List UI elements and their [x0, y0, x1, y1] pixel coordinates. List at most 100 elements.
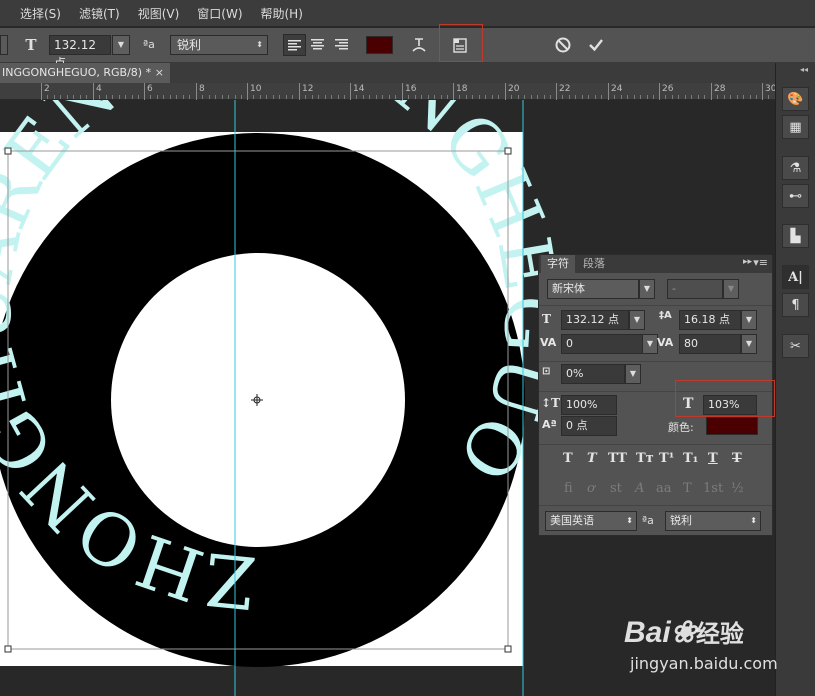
swash-button[interactable]: A	[635, 481, 644, 496]
ruler-minor-tick	[691, 95, 692, 99]
document-tab[interactable]: INGGONGHEGUO, RGB/8) * ×	[0, 63, 170, 83]
leading-dropdown[interactable]: ▼	[741, 310, 757, 330]
tsume-field[interactable]: 0%	[561, 364, 625, 384]
ruler-major-tick	[41, 83, 42, 100]
size-dropdown[interactable]: ▼	[629, 310, 645, 330]
color-swatch[interactable]	[706, 417, 758, 435]
discretionary-ligatures-button[interactable]: st	[610, 481, 622, 496]
stylistic-alternates-button[interactable]: aa	[656, 481, 672, 496]
swatches-grid-icon[interactable]: ▦	[782, 115, 809, 139]
ruler-minor-tick	[119, 95, 120, 99]
cancel-icon[interactable]	[552, 34, 574, 56]
ruler-minor-tick	[132, 95, 133, 99]
paragraph-panel-icon[interactable]: ¶	[782, 293, 809, 317]
ruler-minor-tick	[737, 95, 738, 99]
color-palette-icon[interactable]: 🎨	[782, 87, 809, 111]
ruler-label: 2	[44, 84, 50, 94]
leading-field[interactable]: 16.18 点	[679, 310, 741, 330]
language-select[interactable]: 美国英语 ⬍	[545, 511, 637, 531]
warp-text-icon[interactable]	[408, 34, 430, 56]
close-icon[interactable]: ×	[155, 63, 164, 83]
baseline-shift-field[interactable]: 0 点	[561, 416, 617, 436]
menu-window[interactable]: 窗口(W)	[197, 5, 242, 22]
size-field[interactable]: 132.12 点	[561, 310, 629, 330]
kerning-dropdown[interactable]: ▼	[642, 334, 658, 354]
kerning-field[interactable]: 0	[561, 334, 646, 354]
horizontal-scale-icon: T	[683, 396, 694, 412]
ordinals-button[interactable]: 1st	[703, 481, 723, 496]
ruler-minor-tick	[724, 95, 725, 99]
chevron-updown-icon: ⬍	[626, 516, 633, 525]
ruler-label: 22	[559, 84, 571, 94]
faux-italic-button[interactable]: T	[587, 451, 597, 466]
ruler-minor-tick	[363, 95, 364, 99]
font-style-dropdown[interactable]: ▼	[723, 279, 739, 299]
ruler-major-tick	[299, 83, 300, 100]
font-size-field[interactable]: 132.12 点	[49, 35, 111, 70]
tsume-dropdown[interactable]: ▼	[625, 364, 641, 384]
ruler-label: 6	[147, 84, 153, 94]
superscript-button[interactable]: T¹	[659, 451, 674, 466]
ruler-minor-tick	[582, 95, 583, 99]
ruler-minor-tick	[672, 95, 673, 99]
subscript-button[interactable]: T₁	[683, 451, 698, 466]
old-style-button[interactable]: ơ	[587, 481, 595, 496]
antialias-select[interactable]: 锐利 ⬍	[665, 511, 761, 531]
ruler-minor-tick	[266, 95, 267, 99]
horizontal-scale-field[interactable]: 103%	[703, 395, 757, 415]
clone-source-icon[interactable]: ▙	[782, 224, 809, 248]
tool-presets-icon[interactable]: ✂	[782, 334, 809, 358]
tab-paragraph[interactable]: 段落	[577, 255, 611, 273]
font-style-select[interactable]: -	[667, 279, 723, 299]
tab-character[interactable]: 字符	[541, 255, 575, 273]
ruler-minor-tick	[704, 95, 705, 99]
ruler-major-tick	[93, 83, 94, 100]
brushes-icon[interactable]: ⚗	[782, 156, 809, 180]
orientation-button[interactable]	[0, 35, 8, 55]
align-right-button[interactable]	[331, 34, 354, 56]
ruler-minor-tick	[106, 95, 107, 99]
ruler-minor-tick	[260, 95, 261, 99]
ruler-minor-tick	[286, 95, 287, 99]
collapse-dock-icon[interactable]: ◂◂	[800, 65, 808, 74]
faux-bold-button[interactable]: T	[563, 451, 573, 466]
panel-menu-icon[interactable]: ▾≡	[753, 256, 768, 269]
underline-button[interactable]: T	[708, 451, 718, 466]
menu-filter[interactable]: 滤镜(T)	[79, 5, 120, 22]
ruler-minor-tick	[73, 95, 74, 99]
character-panel-toggle-icon[interactable]	[449, 34, 471, 56]
horizontal-ruler: 246810121416182022242628303	[0, 83, 815, 100]
font-family-select[interactable]: 新宋体	[547, 279, 639, 299]
menu-select[interactable]: 选择(S)	[20, 5, 61, 22]
strikethrough-button[interactable]: T	[732, 451, 742, 466]
tracking-dropdown[interactable]: ▼	[741, 334, 757, 354]
menu-view[interactable]: 视图(V)	[138, 5, 180, 22]
commit-check-icon[interactable]	[585, 34, 607, 56]
align-left-button[interactable]	[283, 34, 306, 56]
menu-help[interactable]: 帮助(H)	[261, 5, 303, 22]
titling-alternates-button[interactable]: T	[683, 481, 692, 496]
align-center-button[interactable]	[307, 34, 330, 56]
vertical-scale-field[interactable]: 100%	[561, 395, 617, 415]
ligatures-button[interactable]: fi	[564, 481, 573, 496]
character-panel-icon[interactable]: A|	[782, 265, 809, 289]
ruler-minor-tick	[550, 95, 551, 99]
language-value: 美国英语	[550, 514, 594, 527]
expand-icon[interactable]: ▸▸	[743, 257, 752, 267]
ruler-minor-tick	[235, 95, 236, 99]
tracking-field[interactable]: 80	[679, 334, 741, 354]
ruler-minor-tick	[67, 95, 68, 99]
all-caps-button[interactable]: TT	[608, 451, 627, 466]
ruler-minor-tick	[647, 95, 648, 99]
adjustments-icon[interactable]: ⊷	[782, 184, 809, 208]
antialias-select[interactable]: 锐利 ⬍	[170, 35, 268, 55]
antialias-label: ªa	[143, 38, 155, 51]
fractions-button[interactable]: ½	[731, 481, 744, 496]
ruler-minor-tick	[54, 95, 55, 99]
small-caps-button[interactable]: Tт	[636, 451, 654, 466]
ruler-minor-tick	[279, 95, 280, 99]
text-color-swatch[interactable]	[366, 36, 393, 54]
ruler-minor-tick	[138, 95, 139, 99]
font-size-dropdown[interactable]: ▼	[112, 35, 130, 55]
font-family-dropdown[interactable]: ▼	[639, 279, 655, 299]
